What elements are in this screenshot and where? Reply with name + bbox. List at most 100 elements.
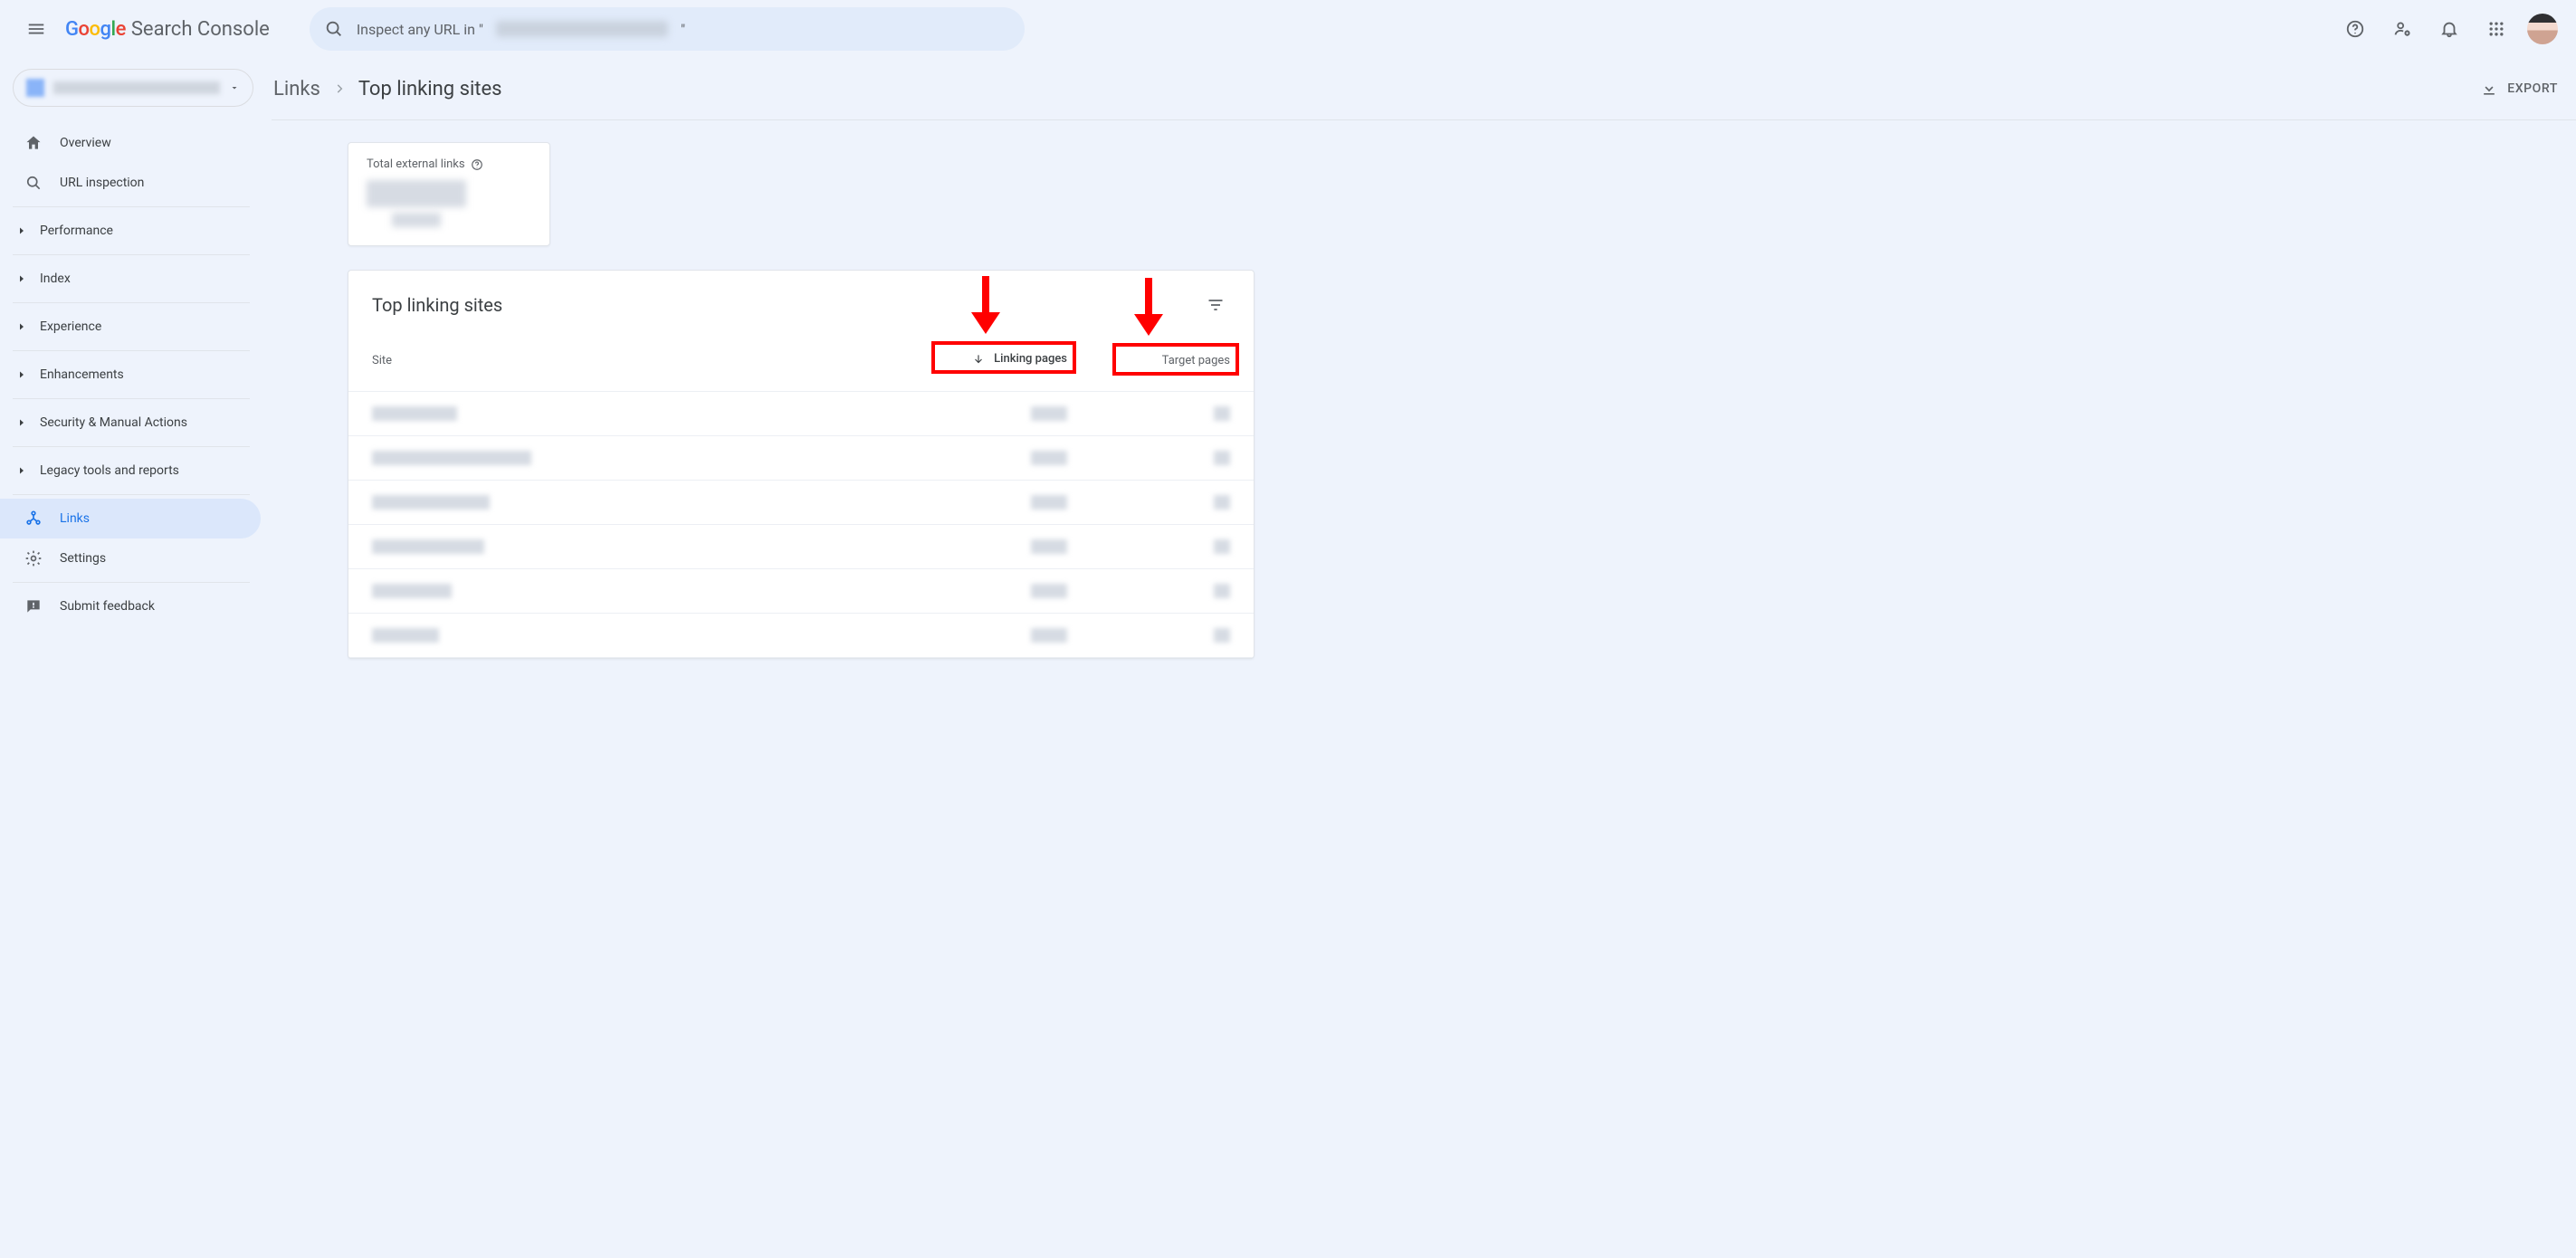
product-name: Search Console — [131, 18, 270, 41]
apps-button[interactable] — [2476, 9, 2516, 49]
table-column-headers: Site Linking pages Target pages — [348, 327, 1254, 392]
person-gear-icon — [2392, 19, 2412, 39]
chevron-right-icon — [16, 465, 27, 476]
help-icon — [2345, 19, 2365, 39]
table-row[interactable] — [348, 614, 1254, 658]
sidebar-section-label: Experience — [40, 319, 101, 334]
stat-label: Total external links — [367, 157, 465, 171]
sidebar-item-label: Settings — [60, 551, 106, 566]
sidebar-item-links[interactable]: Links — [0, 499, 261, 538]
sidebar-section-label: Legacy tools and reports — [40, 463, 179, 478]
page-header: Links Top linking sites EXPORT — [272, 58, 2576, 120]
sidebar-section-label: Performance — [40, 224, 113, 238]
site-redacted — [372, 451, 531, 465]
menu-icon — [26, 19, 46, 39]
sidebar-item-settings[interactable]: Settings — [0, 538, 261, 578]
property-selector[interactable] — [13, 69, 253, 107]
site-redacted — [372, 495, 490, 510]
search-icon — [24, 174, 43, 192]
site-redacted — [372, 628, 439, 643]
linking-pages-redacted — [1031, 628, 1067, 643]
chevron-right-icon — [333, 82, 346, 95]
export-label: EXPORT — [2507, 81, 2558, 96]
download-icon — [2480, 80, 2498, 98]
target-pages-redacted — [1214, 495, 1230, 510]
column-target-pages[interactable]: Target pages — [1067, 354, 1230, 367]
sidebar-section-label: Security & Manual Actions — [40, 415, 187, 430]
sidebar-item-feedback[interactable]: Submit feedback — [0, 586, 261, 626]
column-linking-pages[interactable]: Linking pages — [904, 352, 1067, 369]
annotation-arrow — [1134, 278, 1163, 336]
sidebar-item-overview[interactable]: Overview — [0, 123, 261, 163]
linking-pages-redacted — [1031, 451, 1067, 465]
sidebar-section-legacy[interactable]: Legacy tools and reports — [0, 451, 261, 491]
target-pages-redacted — [1214, 584, 1230, 598]
notifications-button[interactable] — [2429, 9, 2469, 49]
target-pages-redacted — [1214, 628, 1230, 643]
search-domain-redacted — [496, 21, 668, 37]
sidebar-section-enhancements[interactable]: Enhancements — [0, 355, 261, 395]
annotation-arrow — [971, 276, 1000, 334]
property-name-redacted — [53, 81, 220, 94]
target-pages-redacted — [1214, 406, 1230, 421]
help-button[interactable] — [2335, 9, 2375, 49]
total-external-links-card: Total external links — [348, 142, 550, 246]
chevron-right-icon — [16, 369, 27, 380]
chevron-right-icon — [16, 321, 27, 332]
linking-pages-redacted — [1031, 539, 1067, 554]
linking-pages-redacted — [1031, 495, 1067, 510]
product-logo: Google Search Console — [65, 18, 270, 41]
site-redacted — [372, 539, 484, 554]
sidebar-item-label: Submit feedback — [60, 599, 155, 614]
search-placeholder-suffix: " — [681, 21, 685, 38]
search-icon — [324, 19, 344, 39]
site-redacted — [372, 406, 457, 421]
stat-sub-redacted — [392, 213, 441, 227]
sidebar-section-experience[interactable]: Experience — [0, 307, 261, 347]
gear-icon — [24, 549, 43, 567]
sidebar-section-performance[interactable]: Performance — [0, 211, 261, 251]
filter-button[interactable] — [1201, 291, 1230, 319]
table-row[interactable] — [348, 525, 1254, 569]
sidebar-item-label: Overview — [60, 136, 111, 150]
table-row[interactable] — [348, 481, 1254, 525]
table-row[interactable] — [348, 569, 1254, 614]
bell-icon — [2439, 19, 2459, 39]
help-icon[interactable] — [471, 158, 483, 171]
feedback-icon — [24, 597, 43, 615]
topbar-actions — [2335, 9, 2562, 49]
sidebar-section-label: Index — [40, 272, 71, 286]
breadcrumb-current: Top linking sites — [358, 78, 502, 100]
caret-down-icon — [229, 82, 240, 93]
top-linking-sites-table: Top linking sites Site Linking pages — [348, 270, 1255, 659]
hamburger-menu-button[interactable] — [14, 7, 58, 51]
arrow-down-icon — [972, 353, 985, 366]
export-button[interactable]: EXPORT — [2475, 74, 2563, 103]
table-row[interactable] — [348, 436, 1254, 481]
breadcrumb-root[interactable]: Links — [273, 78, 320, 100]
linking-pages-redacted — [1031, 406, 1067, 421]
column-site[interactable]: Site — [372, 354, 904, 367]
links-icon — [24, 510, 43, 528]
chevron-right-icon — [16, 273, 27, 284]
sidebar-item-url-inspection[interactable]: URL inspection — [0, 163, 261, 203]
table-row[interactable] — [348, 392, 1254, 436]
sidebar-item-label: Links — [60, 511, 90, 526]
user-settings-button[interactable] — [2382, 9, 2422, 49]
target-pages-redacted — [1214, 539, 1230, 554]
chevron-right-icon — [16, 417, 27, 428]
site-redacted — [372, 584, 452, 598]
breadcrumb: Links Top linking sites — [273, 78, 502, 100]
sidebar-section-label: Enhancements — [40, 367, 124, 382]
sidebar: Overview URL inspection Performance Inde… — [0, 58, 272, 1258]
linking-pages-redacted — [1031, 584, 1067, 598]
account-avatar[interactable] — [2527, 14, 2558, 44]
target-pages-redacted — [1214, 451, 1230, 465]
sidebar-section-security[interactable]: Security & Manual Actions — [0, 403, 261, 443]
sidebar-item-label: URL inspection — [60, 176, 144, 190]
chevron-right-icon — [16, 225, 27, 236]
url-inspect-searchbar[interactable]: Inspect any URL in " " — [310, 7, 1025, 51]
search-placeholder-prefix: Inspect any URL in " — [357, 21, 483, 38]
apps-grid-icon — [2487, 20, 2505, 38]
sidebar-section-index[interactable]: Index — [0, 259, 261, 299]
